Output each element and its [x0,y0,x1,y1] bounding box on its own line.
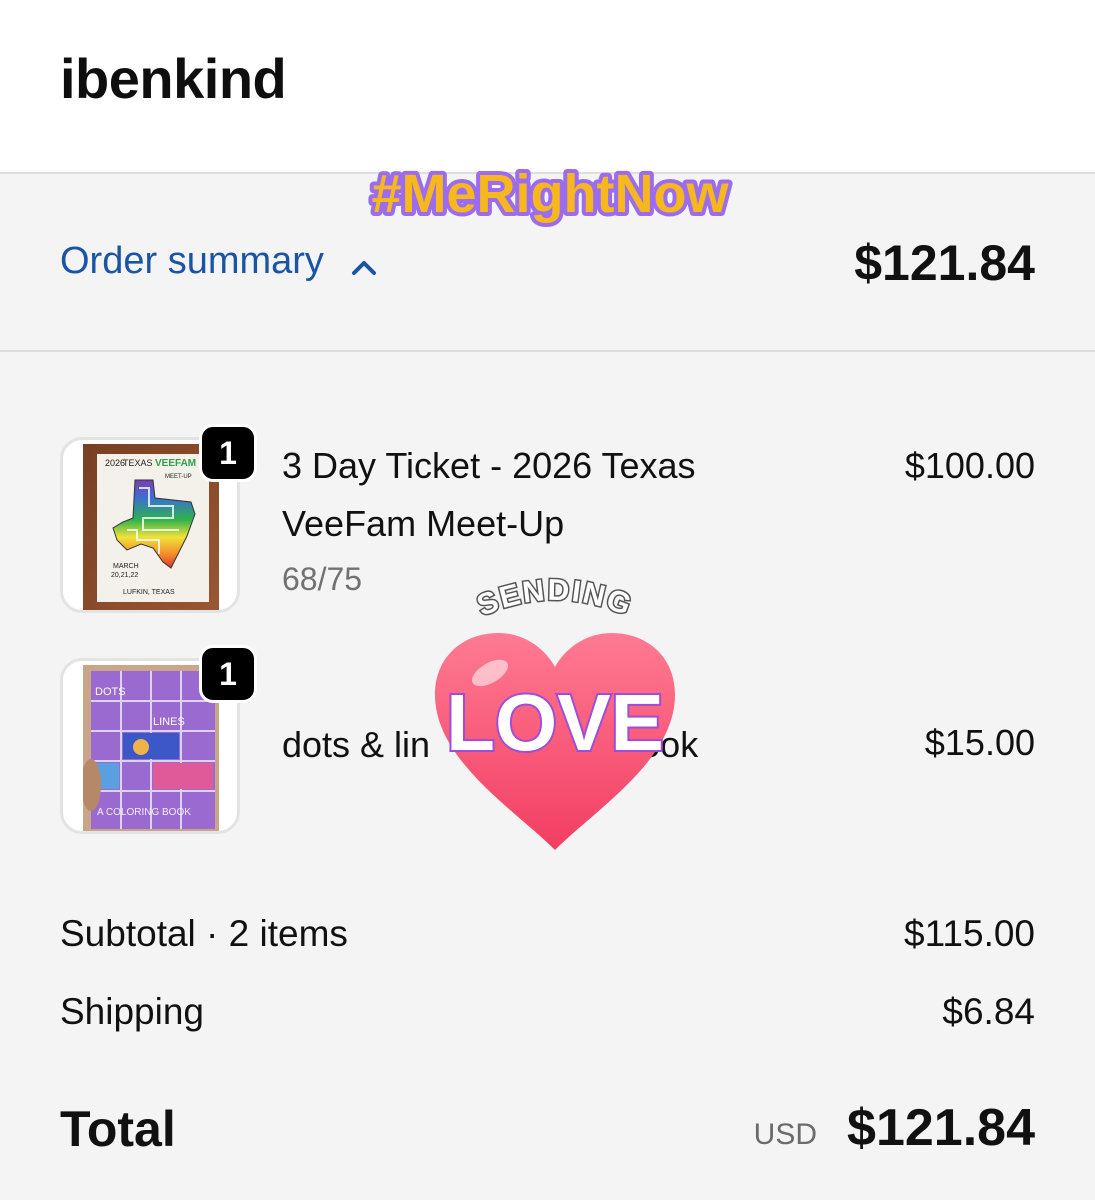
book-subtitle: A COLORING BOOK [97,807,191,818]
item-variant: 68/75 [282,561,363,597]
quantity-badge: 1 [199,645,257,703]
hashtag-text: #MeRightNow [372,164,730,224]
subtotal-label: Subtotal · 2 items [60,913,348,954]
poster-dates: 20,21,22 [111,572,138,579]
love-text: LOVE [446,678,664,767]
svg-text:SENDING: SENDING [473,575,638,623]
shipping-row: Shipping $6.84 [60,991,1035,1033]
item-price: $15.00 [924,722,1035,763]
order-summary-toggle[interactable]: Order summary [60,240,378,283]
poster-texas: TEXAS [123,458,153,468]
product-thumbnail: DOTS LINES A COLORING BOOK 1 [60,645,257,834]
summary-total-price: $121.84 [854,235,1035,291]
store-header: ibenkind [0,0,1095,174]
shipping-value: $6.84 [942,991,1035,1032]
subtotal-value: $115.00 [904,913,1035,954]
book-title-lines: LINES [153,716,185,728]
poster-meetup: MEET-UP [165,474,192,480]
sending-text: SENDING [471,572,637,624]
total-amount: $121.84 [847,1099,1035,1157]
order-summary-label: Order summary [60,240,324,282]
hashtag-sticker: #MeRightNow [330,154,770,234]
store-name[interactable]: ibenkind [60,46,287,111]
shipping-label: Shipping [60,991,205,1032]
subtotal-row: Subtotal · 2 items $115.00 [60,913,1035,955]
item-title-visible-start: dots & lin [282,724,431,765]
poster-veefam: VEEFAM [155,458,196,469]
quantity-badge: 1 [199,424,257,482]
item-price: $100.00 [904,445,1035,486]
total-currency: USD [753,1118,817,1151]
item-title: 3 Day Ticket - 2026 Texas VeeFam Meet-Up [282,445,696,544]
book-title-dots: DOTS [95,686,126,698]
poster-location: LUFKIN, TEXAS [123,589,175,596]
product-thumbnail: 2026 TEXAS VEEFAM MEET-UP MARCH 20,21,22… [60,424,257,613]
love-heart-sticker: SENDING LOVE [420,572,690,855]
poster-month: MARCH [113,563,139,570]
chevron-up-icon [350,248,378,276]
total-label: Total [60,1101,176,1157]
